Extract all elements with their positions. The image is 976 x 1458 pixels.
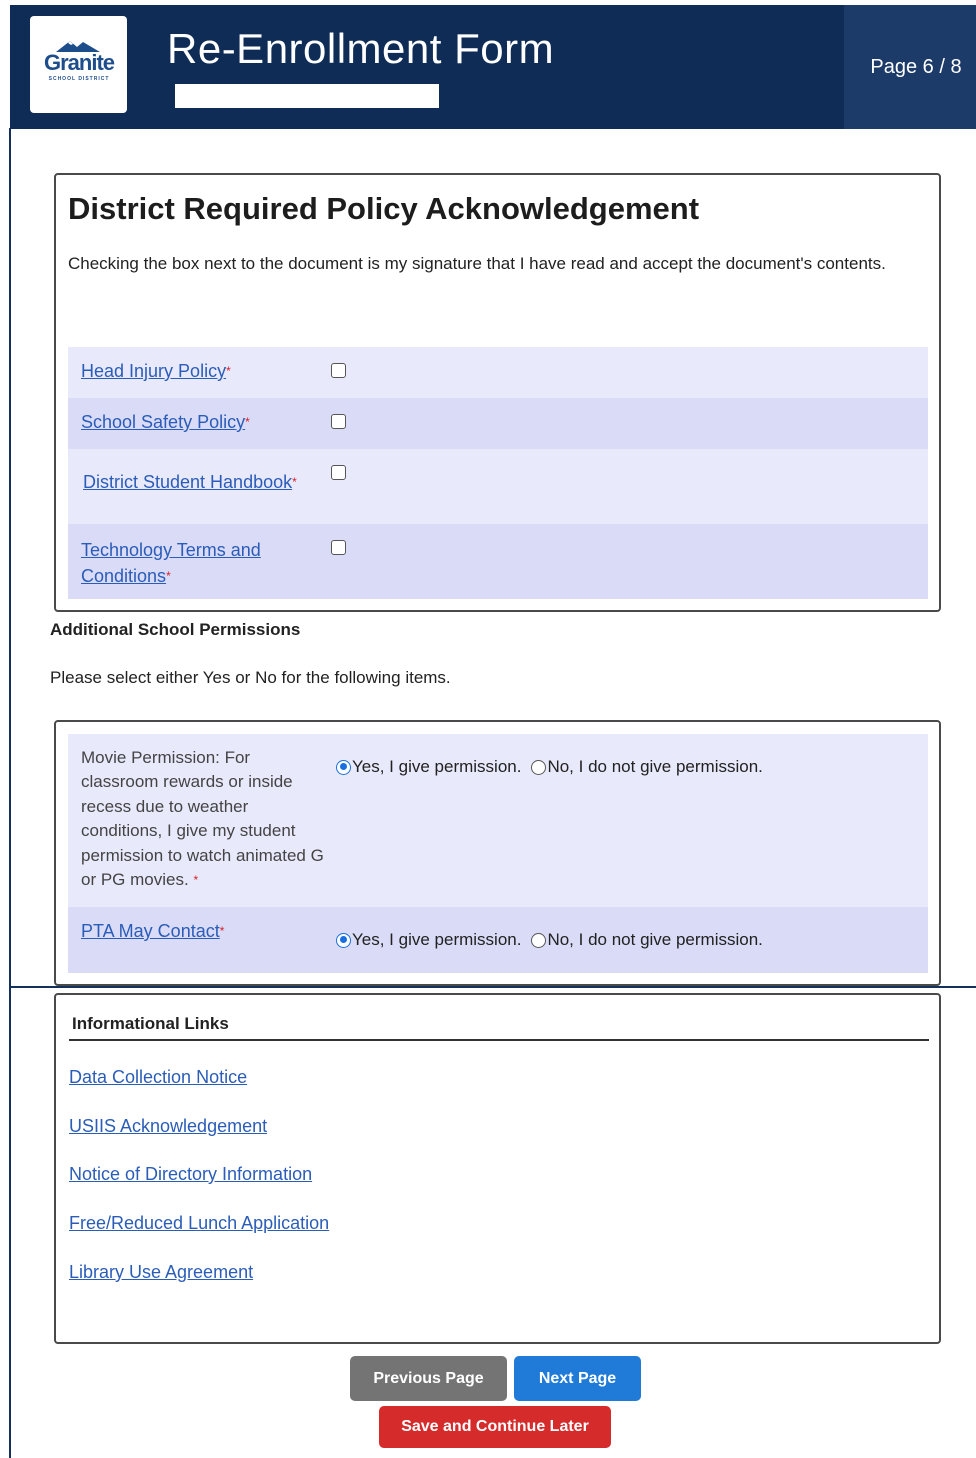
left-border [9,128,11,1458]
pta-may-contact-link[interactable]: PTA May Contact [81,921,220,941]
head-injury-policy-checkbox[interactable] [331,363,346,378]
permission-row-pta: PTA May Contact* Yes, I give permission.… [68,907,928,973]
permissions-panel: Movie Permission: For classroom rewards … [54,720,941,986]
logo-subtext: SCHOOL DISTRICT [48,76,110,82]
required-marker: * [193,873,199,888]
informational-links-divider [69,1039,929,1041]
next-page-button[interactable]: Next Page [514,1356,641,1401]
policy-row-technology-terms: Technology Terms and Conditions* [68,524,928,599]
page-indicator: Page 6 / 8 [844,5,976,129]
previous-page-button[interactable]: Previous Page [350,1356,507,1401]
permissions-title: Additional School Permissions [50,620,301,639]
no-label: No, I do not give permission. [547,930,763,949]
head-injury-policy-link[interactable]: Head Injury Policy [81,361,226,381]
yes-label: Yes, I give permission. [352,930,522,949]
policy-row-head-injury: Head Injury Policy* [68,347,928,398]
policy-row-school-safety: School Safety Policy* [68,398,928,449]
movie-permission-radio-group: Yes, I give permission. No, I do not giv… [336,757,773,777]
page-title: Re-Enrollment Form [167,25,555,72]
pta-contact-no-option[interactable]: No, I do not give permission. [531,930,763,950]
movie-permission-no-radio[interactable] [531,759,547,775]
policy-heading: District Required Policy Acknowledgement [68,191,700,226]
policy-description: Checking the box next to the document is… [68,254,886,273]
pta-contact-no-radio[interactable] [531,932,547,948]
data-collection-notice-link[interactable]: Data Collection Notice [69,1067,247,1088]
section-divider [9,986,976,988]
required-marker: * [166,569,171,583]
permissions-description: Please select either Yes or No for the f… [50,668,451,687]
directory-information-link[interactable]: Notice of Directory Information [69,1164,312,1185]
technology-terms-checkbox[interactable] [331,540,346,555]
movie-permission-yes-radio[interactable] [336,759,351,775]
informational-links-title: Informational Links [72,1014,229,1033]
yes-label: Yes, I give permission. [352,757,522,776]
usiis-acknowledgement-link[interactable]: USIIS Acknowledgement [69,1116,267,1137]
required-marker: * [245,415,250,429]
student-handbook-link[interactable]: District Student Handbook [83,472,292,492]
school-safety-policy-link[interactable]: School Safety Policy [81,412,245,432]
movie-permission-text: Movie Permission: For classroom rewards … [81,748,324,890]
logo-wordmark: Granite [43,50,115,75]
movie-permission-no-option[interactable]: No, I do not give permission. [531,757,763,777]
pta-contact-radio-group: Yes, I give permission. No, I do not giv… [336,930,773,950]
pta-contact-yes-radio[interactable] [336,932,351,948]
school-safety-policy-checkbox[interactable] [331,414,346,429]
required-marker: * [219,924,225,938]
pta-contact-yes-option[interactable]: Yes, I give permission. [336,930,521,950]
permission-row-movie: Movie Permission: For classroom rewards … [68,734,928,907]
save-continue-later-button[interactable]: Save and Continue Later [379,1406,611,1448]
no-label: No, I do not give permission. [547,757,763,776]
movie-permission-yes-option[interactable]: Yes, I give permission. [336,757,521,777]
informational-links-panel: Informational Links Data Collection Noti… [54,993,941,1344]
policy-acknowledgement-panel: District Required Policy Acknowledgement… [54,173,941,612]
student-handbook-checkbox[interactable] [331,465,346,480]
lunch-application-link[interactable]: Free/Reduced Lunch Application [69,1213,329,1234]
movie-permission-label: Movie Permission: For classroom rewards … [81,746,331,892]
page-indicator-text: Page 6 / 8 [870,55,962,78]
district-logo: Granite SCHOOL DISTRICT [30,16,127,113]
policy-row-student-handbook: District Student Handbook* [68,449,928,524]
student-name-bar [175,84,439,108]
required-marker: * [226,364,231,378]
form-header: Granite SCHOOL DISTRICT Re-Enrollment Fo… [10,5,976,129]
library-use-agreement-link[interactable]: Library Use Agreement [69,1262,253,1283]
required-marker: * [292,475,297,489]
